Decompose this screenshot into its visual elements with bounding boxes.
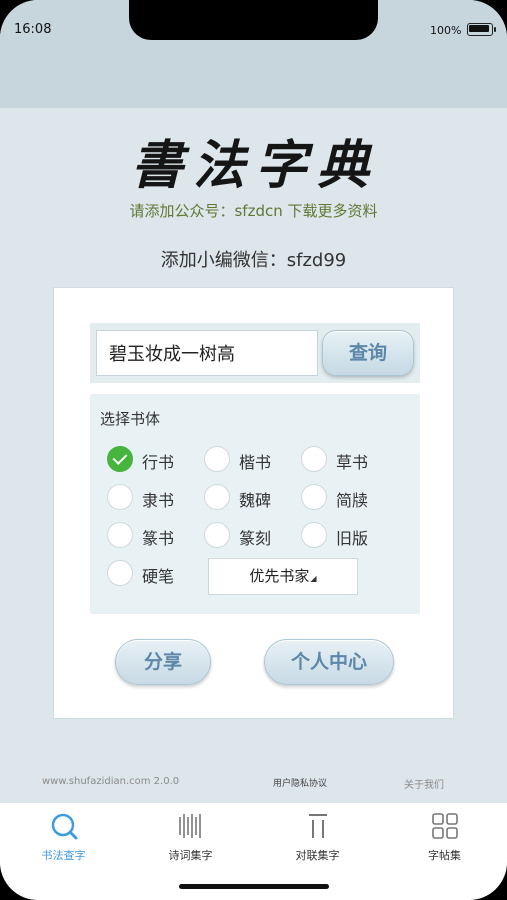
option-label: 隶书 — [142, 491, 175, 510]
battery-icon — [467, 23, 496, 36]
radio-weibei[interactable] — [204, 484, 230, 510]
dropdown-arrow-icon: ◢ — [310, 574, 317, 583]
radio-kaishu[interactable] — [204, 446, 230, 472]
grid-icon — [431, 813, 458, 839]
poem-lines-icon — [178, 814, 201, 838]
battery-percent: 100% — [430, 24, 462, 37]
radio-xingshu[interactable] — [107, 446, 133, 472]
radio-caoshu[interactable] — [301, 446, 327, 472]
promo-text: 请添加公众号：sfzdcn 下载更多资料 — [129, 202, 378, 220]
option-label: 草书 — [336, 453, 369, 472]
option-label: 行书 — [142, 453, 175, 472]
tab-search[interactable]: 书法查字 — [0, 811, 127, 863]
app-screen: 16:08 100% 書法字典 请添加公众号：sfzdcn 下载更多资料 添加小… — [0, 0, 507, 900]
option-label: 楷书 — [239, 453, 272, 472]
couplet-icon — [308, 814, 327, 838]
radio-zhuanke[interactable] — [204, 522, 230, 548]
wechat-contact: 添加小编微信：sfzd99 — [160, 250, 347, 271]
home-indicator — [179, 884, 329, 889]
script-style-selector: 选择书体 行书 楷书 草书 隶书 魏碑 简牍 篆书 篆刻 旧版 硬笔 优先书家◢ — [90, 394, 420, 614]
option-label: 魏碑 — [239, 491, 272, 510]
about-link[interactable]: 关于我们 — [404, 776, 444, 791]
radio-jiandu[interactable] — [301, 484, 327, 510]
query-button[interactable]: 查询 — [322, 330, 414, 376]
search-bar: 查询 — [90, 323, 420, 383]
tab-label: 书法查字 — [41, 849, 86, 862]
tab-label: 对联集字 — [295, 849, 340, 862]
tab-couplet[interactable]: 对联集字 — [254, 811, 381, 863]
radio-jiuban[interactable] — [301, 522, 327, 548]
search-icon — [51, 813, 77, 840]
site-version: www.shufazidian.com 2.0.0 — [42, 776, 180, 787]
radio-zhuanshu[interactable] — [107, 522, 133, 548]
notch — [129, 0, 378, 40]
option-label: 篆刻 — [239, 529, 272, 548]
tab-poem[interactable]: 诗词集字 — [127, 811, 254, 863]
app-logo: 書法字典 — [130, 135, 379, 196]
share-button[interactable]: 分享 — [115, 639, 211, 685]
option-label: 旧版 — [336, 529, 369, 548]
calligrapher-dropdown[interactable]: 优先书家◢ — [208, 558, 358, 595]
status-bar: 16:08 100% — [0, 0, 507, 108]
status-time: 16:08 — [14, 22, 52, 37]
tab-copybook[interactable]: 字帖集 — [381, 811, 507, 863]
search-input[interactable] — [96, 330, 318, 376]
personal-center-button[interactable]: 个人中心 — [264, 639, 394, 685]
radio-lishu[interactable] — [107, 484, 133, 510]
option-label: 篆书 — [142, 529, 175, 548]
option-label: 简牍 — [336, 491, 369, 510]
tab-label: 字帖集 — [428, 849, 461, 862]
radio-yingbi[interactable] — [107, 560, 133, 586]
privacy-link[interactable]: 用户隐私协议 — [273, 776, 327, 789]
search-panel: 查询 选择书体 行书 楷书 草书 隶书 魏碑 — [53, 287, 454, 719]
calligrapher-dropdown-label: 优先书家 — [249, 567, 310, 585]
option-label: 硬笔 — [142, 567, 175, 586]
script-style-title: 选择书体 — [100, 410, 161, 428]
tab-label: 诗词集字 — [168, 849, 213, 862]
